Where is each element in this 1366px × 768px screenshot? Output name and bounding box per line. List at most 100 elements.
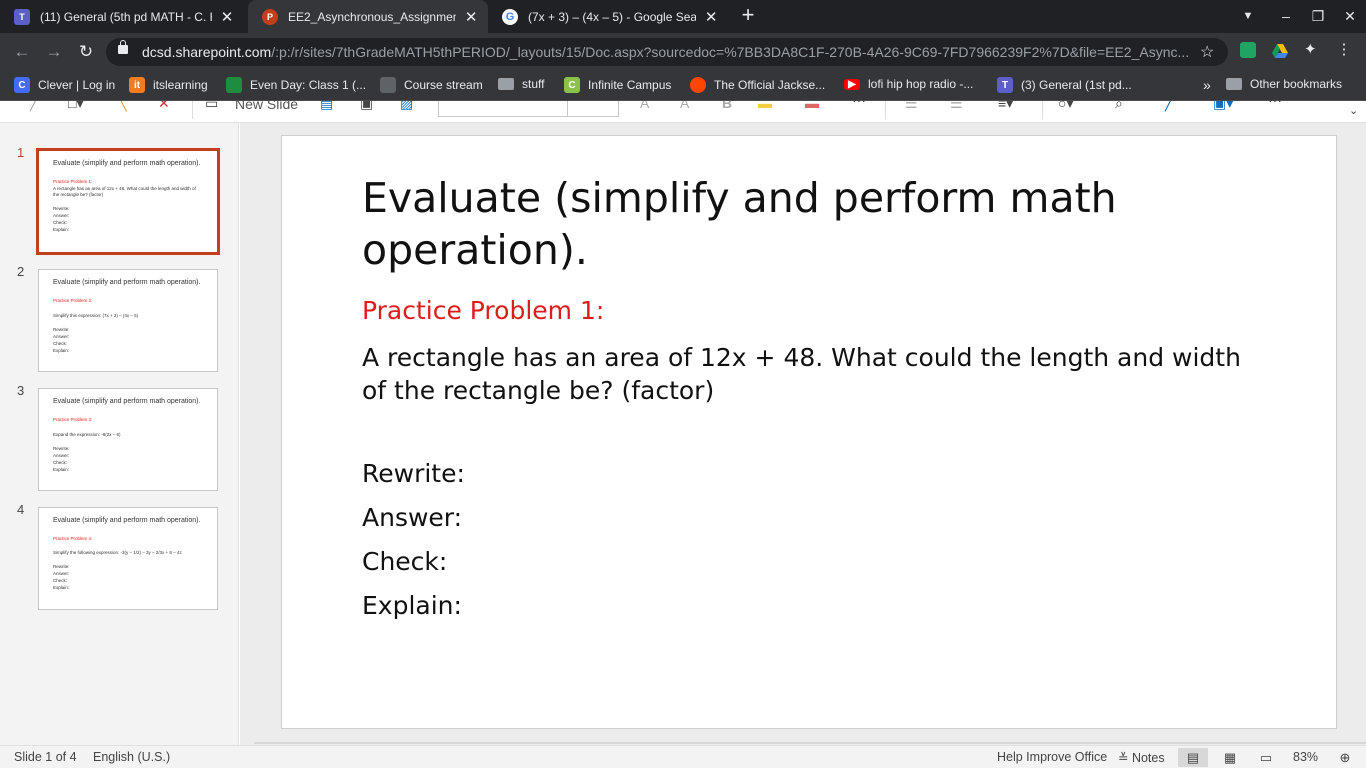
ribbon-toolbar: ╱ □▾ ╲ ✕ ▭ New Slide ▤ ▣ ▨ A A B ▬ ▬ ···…	[0, 101, 1366, 123]
bookmark-lofi[interactable]: ▶ lofi hip hop radio -...	[844, 77, 973, 91]
slide-title[interactable]: Evaluate (simplify and perform math oper…	[362, 172, 1262, 276]
address-bar[interactable]: dcsd.sharepoint.com/:p:/r/sites/7thGrade…	[106, 38, 1228, 66]
bookmark-folder-stuff[interactable]: stuff	[498, 77, 544, 91]
thumbnail-number: 2	[17, 264, 25, 279]
dictate-icon[interactable]: ▣▾	[1213, 101, 1233, 112]
close-tab-icon[interactable]: ✕	[220, 8, 234, 26]
new-tab-button[interactable]: +	[736, 4, 760, 28]
horizontal-scrollbar[interactable]	[254, 742, 1366, 744]
collapse-ribbon-chevron-icon[interactable]: ⌄	[1349, 104, 1358, 117]
bookmark-star-icon[interactable]: ☆	[1200, 42, 1214, 62]
font-color-icon[interactable]: ▬	[805, 101, 819, 111]
restore-icon[interactable]: ❐	[1307, 5, 1329, 27]
thumbnail-line: Explain:	[53, 227, 70, 232]
bookmark-jackse[interactable]: The Official Jackse...	[690, 77, 825, 93]
bookmark-other[interactable]: Other bookmarks	[1226, 77, 1342, 91]
google-drive-icon[interactable]	[1272, 42, 1288, 58]
url-text[interactable]: dcsd.sharepoint.com/:p:/r/sites/7thGrade…	[142, 44, 1192, 60]
new-slide-button[interactable]: New Slide	[235, 101, 298, 112]
reload-icon[interactable]: ↻	[73, 39, 99, 65]
shrink-font-icon[interactable]: A	[680, 101, 689, 111]
extensions-puzzle-icon[interactable]: ✦	[1304, 42, 1320, 58]
url-path: /:p:/r/sites/7thGradeMATH5thPERIOD/_layo…	[271, 44, 1190, 60]
thumbnail-line: Explain:	[53, 585, 70, 590]
forward-arrow-icon[interactable]: →	[41, 39, 67, 65]
more-icon[interactable]: ···	[852, 101, 866, 108]
tab-search-icon[interactable]: ▼	[1237, 5, 1259, 27]
numbering-icon[interactable]: ☰	[950, 101, 963, 112]
align-icon[interactable]: ≡▾	[998, 101, 1013, 112]
bookmark-general-1st[interactable]: T (3) General (1st pd...	[997, 77, 1132, 93]
bookmark-itslearning[interactable]: it itslearning	[129, 77, 208, 93]
find-icon[interactable]: ⌕	[1115, 101, 1123, 112]
bookmark-label: stuff	[522, 77, 545, 91]
thumbnail-body: Simplify this expression: (7x + 3) – (4x…	[53, 313, 139, 318]
slide-check-label[interactable]: Check:	[362, 547, 447, 576]
thumbnail-line: Explain:	[53, 348, 70, 353]
shape-square-icon[interactable]: □▾	[68, 101, 83, 112]
picture-icon[interactable]: ▨	[400, 101, 413, 112]
bookmark-infinite-campus[interactable]: C Infinite Campus	[564, 77, 671, 93]
folder-icon	[498, 78, 514, 90]
minimize-icon[interactable]: –	[1275, 5, 1297, 27]
layout-icon[interactable]: ▤	[320, 101, 333, 112]
slide-answer-label[interactable]: Answer:	[362, 503, 462, 532]
thumbnail-number: 1	[17, 145, 25, 160]
bookmark-even-day[interactable]: Even Day: Class 1 (...	[226, 77, 366, 93]
format-painter-icon[interactable]: ╱	[30, 101, 38, 112]
slide-thumbnails-pane: 1 Evaluate (simplify and perform math op…	[0, 123, 239, 745]
font-family-select[interactable]	[438, 101, 568, 117]
language-indicator[interactable]: English (U.S.)	[93, 750, 170, 764]
reading-view-icon[interactable]: ▭	[1251, 748, 1281, 767]
slide-thumbnail-4[interactable]: Evaluate (simplify and perform math oper…	[38, 507, 218, 610]
bookmark-label: The Official Jackse...	[714, 78, 826, 92]
browser-menu-icon[interactable]: ⋮	[1336, 42, 1352, 58]
highlight-icon[interactable]: ╲	[118, 101, 126, 112]
itslearning-icon: it	[129, 77, 145, 93]
zoom-level[interactable]: 83%	[1293, 750, 1318, 764]
notes-toggle[interactable]: ≚ Notes	[1118, 750, 1165, 765]
clever-icon: C	[14, 77, 30, 93]
help-improve-office-link[interactable]: Help Improve Office	[997, 750, 1107, 764]
bookmark-clever[interactable]: C Clever | Log in	[14, 77, 115, 93]
slide-thumbnail-3[interactable]: Evaluate (simplify and perform math oper…	[38, 388, 218, 491]
bullets-icon[interactable]: ☰	[905, 101, 918, 112]
slide-problem-heading[interactable]: Practice Problem 1:	[362, 296, 604, 325]
status-bar: Slide 1 of 4 English (U.S.) Help Improve…	[0, 745, 1366, 768]
reddit-icon	[690, 77, 706, 93]
font-size-select[interactable]	[567, 101, 619, 117]
slide-sorter-icon[interactable]: ▦	[1215, 748, 1245, 767]
bookmark-label: Other bookmarks	[1250, 77, 1343, 91]
tab-title: (11) General (5th pd MATH - C. H	[40, 9, 212, 24]
new-slide-icon[interactable]: ▭	[205, 101, 218, 112]
close-window-icon[interactable]: ✕	[1339, 5, 1361, 27]
tab-teams-general[interactable]: T (11) General (5th pd MATH - C. H ✕	[0, 0, 248, 33]
slide-rewrite-label[interactable]: Rewrite:	[362, 459, 465, 488]
normal-view-icon[interactable]: ▤	[1178, 748, 1208, 767]
thumbnail-title: Evaluate (simplify and perform math oper…	[53, 279, 201, 286]
more-bookmarks-chevron-icon[interactable]: »	[1203, 77, 1211, 93]
delete-slide-icon[interactable]: ✕	[158, 101, 170, 112]
slide-thumbnail-2[interactable]: Evaluate (simplify and perform math oper…	[38, 269, 218, 372]
close-tab-icon[interactable]: ✕	[464, 8, 478, 26]
bold-icon[interactable]: B	[722, 101, 732, 111]
slide-problem-text[interactable]: A rectangle has an area of 12x + 48. Wha…	[362, 341, 1262, 407]
extension-icon[interactable]	[1240, 42, 1256, 58]
tab-google-search[interactable]: G (7x + 3) – (4x – 5) - Google Sear ✕	[488, 0, 728, 33]
shapes-icon[interactable]: ○▾	[1058, 101, 1073, 112]
highlight-color-icon[interactable]: ▬	[758, 101, 772, 111]
bookmark-label: Course stream	[404, 78, 483, 92]
fit-to-window-icon[interactable]: ⊕	[1330, 748, 1360, 767]
designer-icon[interactable]: ╱	[1165, 101, 1173, 112]
close-tab-icon[interactable]: ✕	[704, 8, 718, 26]
slide-explain-label[interactable]: Explain:	[362, 591, 462, 620]
slide-thumbnail-1[interactable]: Evaluate (simplify and perform math oper…	[36, 148, 220, 255]
tab-powerpoint-assignment[interactable]: P EE2_Asynchronous_Assignment ✕	[248, 0, 488, 33]
slide-canvas[interactable]: Evaluate (simplify and perform math oper…	[281, 135, 1337, 729]
grow-font-icon[interactable]: A	[640, 101, 649, 111]
thumbnail-problem: Practice Problem 1:	[53, 179, 93, 184]
bookmark-course-stream[interactable]: Course stream	[380, 77, 483, 93]
more-options-icon[interactable]: ···	[1268, 101, 1282, 108]
section-icon[interactable]: ▣	[360, 101, 373, 112]
back-arrow-icon[interactable]: ←	[9, 39, 35, 65]
